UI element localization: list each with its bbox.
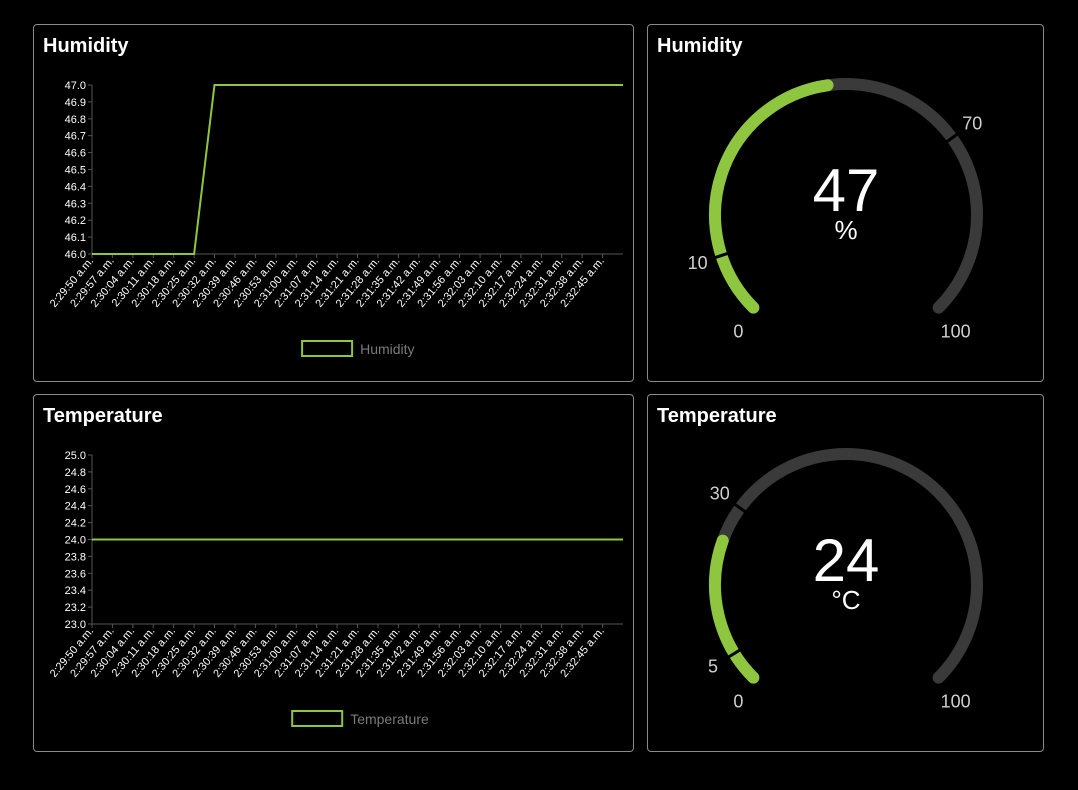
gauge-low-label: 10: [688, 253, 708, 273]
gauge-unit: °C: [831, 585, 860, 615]
temperature-chart-card: Temperature 25.0 24.8 24.6 24.4 24.2 24.0 23.8…: [33, 394, 634, 752]
y-tick-label: 24.2: [65, 518, 86, 530]
gauge-max-label: 100: [941, 692, 971, 712]
y-tick-label: 46.3: [65, 198, 86, 210]
humidity-line-chart: 47.0 46.9 46.8 46.7 46.6 46.5 46.4 46.3 46.2 46.1…: [48, 80, 623, 357]
y-tick-label: 23.4: [65, 585, 86, 597]
y-tick-label: 46.6: [65, 148, 86, 160]
legend-swatch[interactable]: [291, 710, 344, 727]
y-tick-label: 46.1: [65, 232, 86, 244]
gauge-min-label: 0: [733, 322, 743, 342]
gauge-max-label: 100: [941, 322, 971, 342]
y-tick-label: 25.0: [65, 450, 86, 462]
y-tick-label: 46.8: [65, 114, 86, 126]
gauge-value: 24: [813, 527, 880, 594]
legend-label[interactable]: Temperature: [350, 711, 429, 727]
y-tick-label: 24.0: [65, 535, 86, 547]
gauge-high-label: 70: [962, 113, 982, 133]
humidity-gauge-card: Humidity 10 70 0 100 47%: [647, 24, 1044, 382]
gauge-value: 47: [813, 157, 880, 224]
temperature-gauge: 5 30 0 100 24°C: [708, 448, 983, 712]
humidity-gauge: 10 70 0 100 47%: [688, 78, 983, 342]
gauge-min-label: 0: [733, 692, 743, 712]
gauge-value-arc: [709, 79, 834, 314]
legend-label[interactable]: Humidity: [360, 341, 414, 357]
y-tick-label: 46.4: [65, 181, 86, 193]
series-line-humidity: [92, 84, 623, 255]
y-tick-label: 23.8: [65, 551, 86, 563]
y-tick-label: 24.4: [65, 501, 86, 513]
y-tick-label: 46.2: [65, 215, 86, 227]
legend-swatch[interactable]: [301, 340, 354, 357]
y-tick-label: 47.0: [65, 80, 86, 92]
y-tick-label: 23.6: [65, 568, 86, 580]
gauge-unit: %: [834, 215, 857, 245]
gauge-high-label: 30: [710, 483, 730, 503]
gauge-value-arc: [709, 534, 760, 684]
y-tick-label: 24.8: [65, 467, 86, 479]
y-tick-label: 23.2: [65, 602, 86, 614]
y-tick-label: 46.9: [65, 97, 86, 109]
y-tick-label: 24.6: [65, 484, 86, 496]
y-tick-label: 46.7: [65, 131, 86, 143]
gauge-low-label: 5: [708, 657, 718, 677]
y-tick-label: 46.5: [65, 165, 86, 177]
temperature-gauge-card: Temperature 5 30 0 100 24 °C: [647, 394, 1044, 752]
temperature-line-chart: 25.0 24.8 24.6 24.4 24.2 24.0 23.8 23.6 23.4 23.2…: [48, 450, 623, 727]
humidity-chart-card: Humidity 47.0 46.9 46.8 46.7 46.6 46.5 46.4 46.…: [33, 24, 634, 382]
